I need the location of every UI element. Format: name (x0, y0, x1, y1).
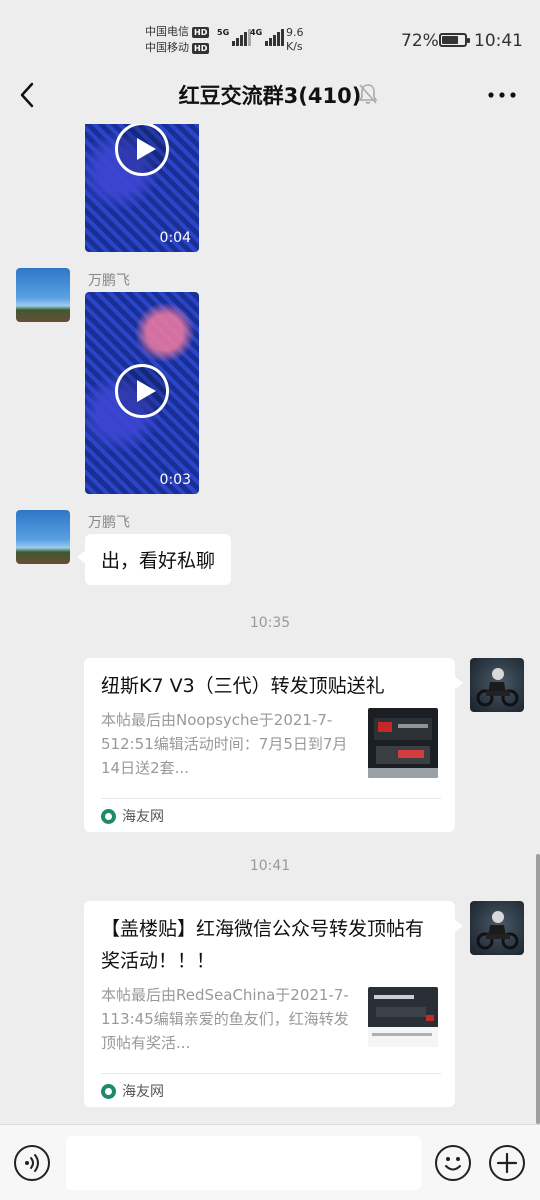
source-name: 海友网 (122, 1084, 164, 1100)
divider (101, 1073, 441, 1074)
video-message[interactable]: 0:03 (85, 292, 199, 494)
source-app-icon (101, 808, 116, 824)
chat-title: 红豆交流群3(410) (178, 84, 362, 108)
plus-button[interactable] (489, 1145, 525, 1181)
carrier-info: 中国电信 HD 中国移动 HD (145, 24, 210, 56)
divider (101, 798, 441, 799)
link-card-thumbnail (368, 987, 438, 1047)
source-name: 海友网 (122, 809, 164, 825)
link-card-description: 本帖最后由Noopsyche于2021-7-512:51编辑活动时间：7月5日到… (101, 711, 348, 777)
plus-icon (496, 1152, 518, 1174)
sender-name: 万鹏飞 (88, 515, 130, 531)
status-bar: 中国电信 HD 中国移动 HD 5G 4G 9.6 K/s 72% 10:41 (0, 0, 540, 66)
net-speed: 9.6 K/s (286, 26, 304, 54)
battery-percent: 72% (401, 31, 439, 51)
link-card[interactable]: 纽斯K7 V3（三代）转发顶贴送礼 本帖最后由Noopsyche于2021-7-… (84, 658, 463, 832)
sender-name: 万鹏飞 (88, 273, 130, 289)
text-message-bubble[interactable]: 出，看好私聊 (76, 534, 232, 585)
message-text: 出，看好私聊 (101, 550, 216, 572)
avatar[interactable] (470, 658, 524, 712)
more-dots-icon (488, 92, 516, 98)
carrier-2-label: 中国移动 (145, 41, 189, 54)
link-card-description: 本帖最后由RedSeaChina于2021-7-113:45编辑亲爱的鱼友们，红… (101, 986, 349, 1052)
avatar[interactable] (470, 901, 524, 955)
hd-badge: HD (192, 42, 210, 54)
signal-5g-icon: 5G (217, 28, 252, 46)
source-app-icon (101, 1083, 116, 1099)
link-card[interactable]: 【盖楼贴】红海微信公众号转发顶帖有奖活动！！！ 本帖最后由RedSeaChina… (84, 901, 463, 1107)
battery-icon (439, 33, 470, 47)
video-duration: 0:04 (159, 230, 191, 246)
timestamp: 10:41 (249, 858, 291, 874)
scrollbar[interactable] (536, 854, 540, 1124)
voice-button[interactable] (14, 1145, 50, 1181)
more-button[interactable] (486, 80, 518, 110)
signal-4g-icon: 4G (250, 28, 285, 46)
play-icon (115, 124, 169, 176)
video-duration: 0:03 (159, 472, 191, 488)
status-clock: 10:41 (474, 31, 523, 51)
emoji-icon (445, 1157, 461, 1171)
link-card-source: 海友网 (101, 1081, 164, 1101)
link-card-thumbnail (368, 708, 438, 778)
link-card-source: 海友网 (101, 806, 164, 826)
link-card-title: 【盖楼贴】红海微信公众号转发顶帖有奖活动！！！ (101, 918, 425, 972)
message-input[interactable] (66, 1136, 421, 1190)
emoji-button[interactable] (435, 1145, 471, 1181)
hd-badge: HD (192, 26, 210, 38)
signal-5g-label: 5G (217, 28, 230, 37)
voice-icon (25, 1154, 39, 1172)
signal-4g-label: 4G (250, 28, 263, 37)
net-speed-value: 9.6 (286, 26, 304, 39)
video-message[interactable]: 0:04 (85, 124, 199, 252)
input-bar (0, 1124, 540, 1200)
timestamp: 10:35 (249, 615, 291, 631)
chat-header: 红豆交流群3(410) (0, 66, 540, 124)
net-speed-unit: K/s (286, 40, 303, 53)
play-icon (115, 364, 169, 418)
message-list[interactable]: 0:04 万鹏飞 0:03 万鹏飞 出，看好私聊 10:35 纽斯K7 V3（三… (0, 124, 540, 1124)
link-card-title: 纽斯K7 V3（三代）转发顶贴送礼 (101, 675, 385, 697)
avatar[interactable] (16, 268, 70, 322)
bell-off-icon (358, 83, 378, 105)
carrier-1-label: 中国电信 (145, 25, 189, 38)
avatar[interactable] (16, 510, 70, 564)
